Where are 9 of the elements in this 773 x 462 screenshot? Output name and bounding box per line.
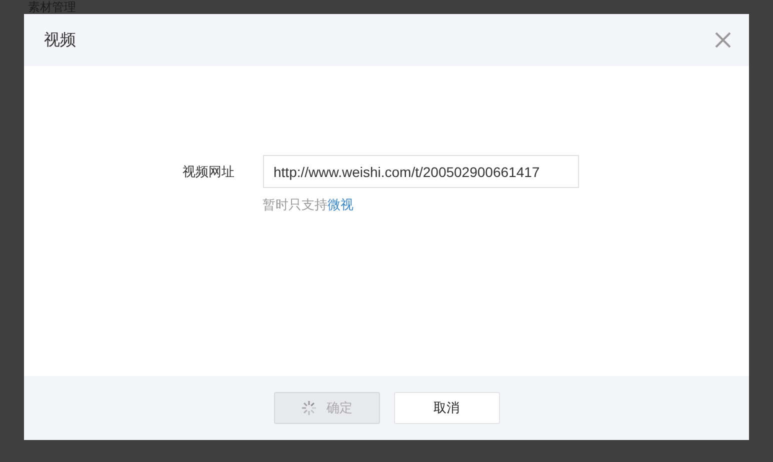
loading-spinner-icon — [300, 400, 316, 416]
url-input[interactable]: http://www.weishi.com/t/200502900661417 — [262, 155, 578, 188]
dialog-title: 视频 — [44, 30, 76, 50]
cancel-button[interactable]: 取消 — [394, 392, 500, 424]
field-label: 视频网址 — [182, 163, 234, 181]
field-hint: 暂时只支持微视 — [262, 196, 354, 214]
weishi-link[interactable]: 微视 — [328, 197, 354, 212]
close-button[interactable] — [715, 32, 731, 48]
close-icon — [715, 32, 731, 48]
